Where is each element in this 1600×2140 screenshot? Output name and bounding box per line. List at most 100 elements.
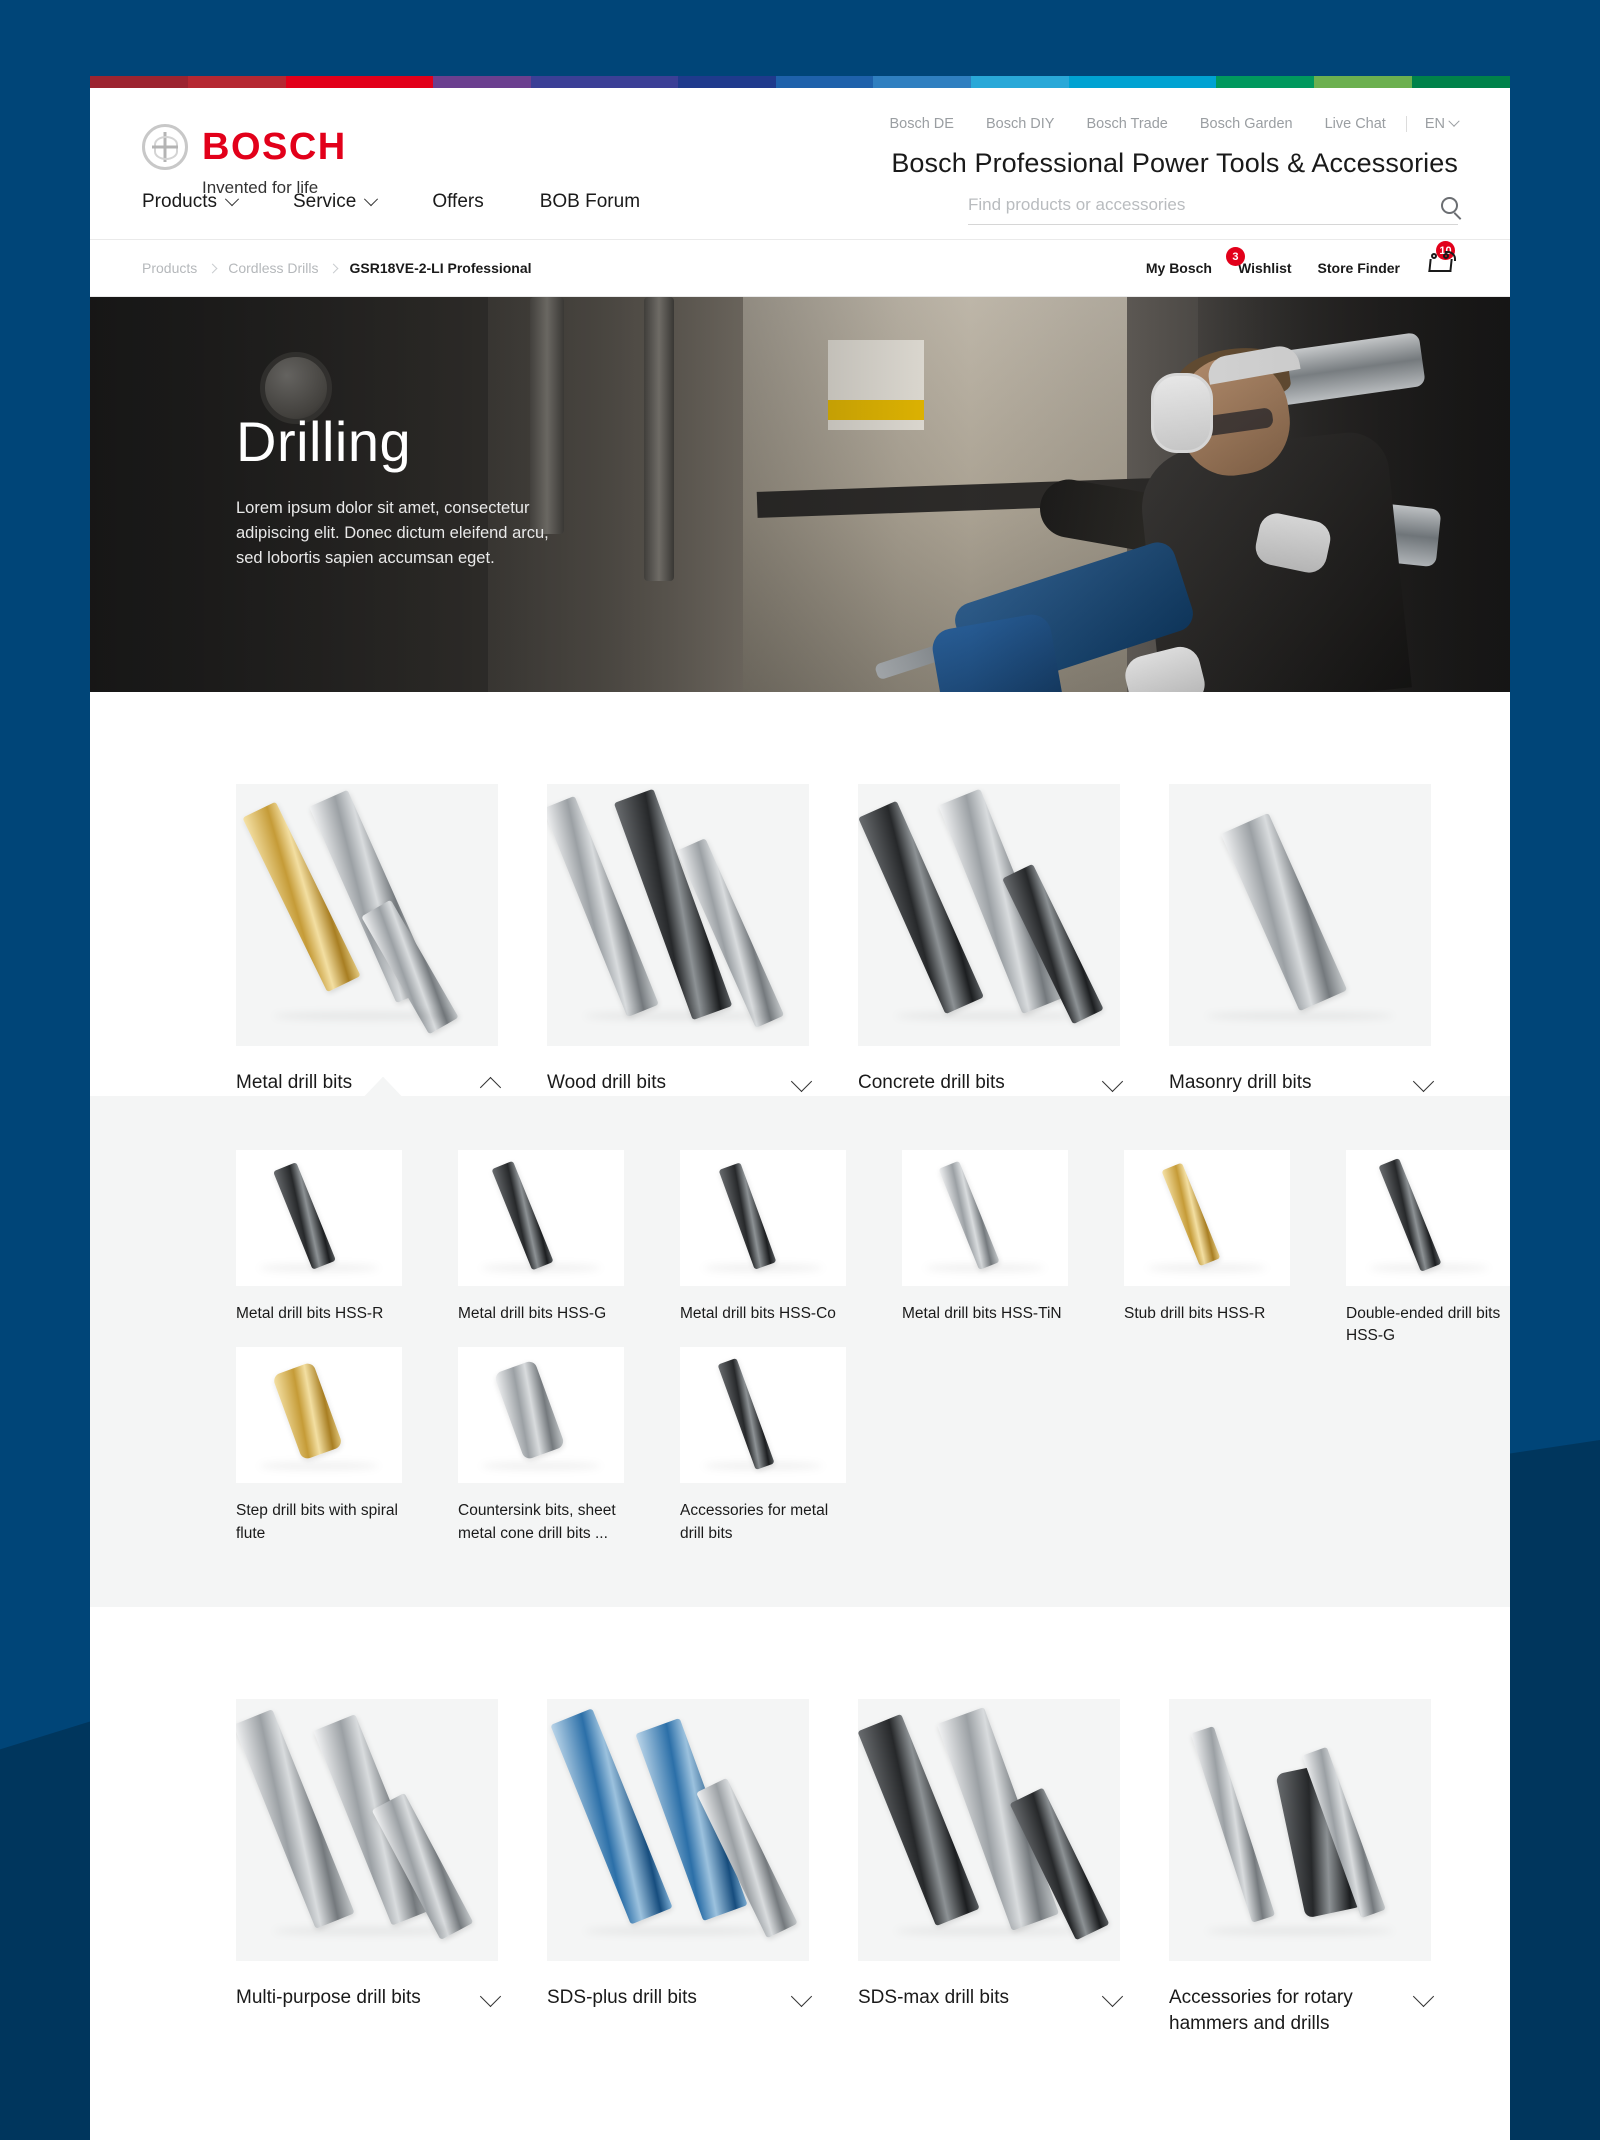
chevron-down-icon[interactable] bbox=[1101, 1985, 1124, 2007]
hero-banner: Drilling Lorem ipsum dolor sit amet, con… bbox=[90, 297, 1510, 692]
category-label: SDS-plus drill bits bbox=[547, 1986, 697, 2008]
utility-link-bosch-diy[interactable]: Bosch DIY bbox=[970, 116, 1071, 132]
category-section-top: Metal drill bits Wood drill bits Concrete … bbox=[90, 692, 1510, 1099]
subcategory-tile[interactable]: Accessories for metal drill bits bbox=[680, 1347, 846, 1545]
supergraphic-stripe bbox=[90, 76, 188, 88]
subcategory-tile[interactable]: Metal drill bits HSS-Co bbox=[680, 1149, 846, 1348]
utility-link-bosch-de[interactable]: Bosch DE bbox=[873, 116, 969, 132]
subcategory-label: Metal drill bits HSS-Co bbox=[680, 1304, 836, 1322]
category-tile[interactable]: Metal drill bits bbox=[236, 784, 502, 1099]
category-tile[interactable]: Wood drill bits bbox=[547, 784, 813, 1096]
category-label-row[interactable]: Metal drill bits bbox=[236, 1070, 502, 1099]
category-image[interactable] bbox=[858, 784, 1120, 1046]
subcategory-image[interactable] bbox=[458, 1149, 624, 1286]
nav-item-offers[interactable]: Offers bbox=[432, 191, 483, 213]
site-header: BOSCH Invented for life Bosch DE Bosch D… bbox=[90, 88, 1510, 239]
subcategory-label: Accessories for metal drill bits bbox=[680, 1502, 829, 1542]
subcategory-tile[interactable]: Metal drill bits HSS-G bbox=[458, 1149, 624, 1348]
category-label-row[interactable]: SDS-max drill bits bbox=[858, 1985, 1124, 2011]
category-label: Accessories for rotary hammers and drill… bbox=[1169, 1986, 1353, 2034]
chevron-down-icon[interactable] bbox=[1412, 1985, 1435, 2007]
supergraphic-stripe bbox=[1314, 76, 1413, 88]
category-image[interactable] bbox=[547, 784, 809, 1046]
category-image[interactable] bbox=[236, 1698, 498, 1961]
subcategory-tile[interactable]: Metal drill bits HSS-R bbox=[236, 1149, 402, 1348]
subcategory-label: Metal drill bits HSS-TiN bbox=[902, 1304, 1062, 1322]
nav-label: Service bbox=[292, 191, 357, 212]
chevron-down-icon[interactable] bbox=[1101, 1070, 1124, 1093]
subcategory-image[interactable] bbox=[1124, 1149, 1290, 1286]
search-input[interactable] bbox=[968, 195, 1441, 215]
chevron-down-icon[interactable] bbox=[1412, 1070, 1435, 1093]
category-label-row[interactable]: Accessories for rotary hammers and drill… bbox=[1169, 1985, 1435, 2036]
category-tile[interactable]: SDS-max drill bits bbox=[858, 1698, 1124, 2036]
breadcrumb-item-products[interactable]: Products bbox=[142, 260, 197, 276]
search-icon[interactable] bbox=[1441, 196, 1458, 214]
category-image[interactable] bbox=[1169, 784, 1431, 1046]
breadcrumb-item-cordless-drills[interactable]: Cordless Drills bbox=[228, 260, 318, 276]
category-tile[interactable]: SDS-plus drill bits bbox=[547, 1698, 813, 2036]
category-label-row[interactable]: SDS-plus drill bits bbox=[547, 1985, 813, 2011]
category-tile[interactable]: Concrete drill bits bbox=[858, 784, 1124, 1096]
category-image[interactable] bbox=[858, 1698, 1120, 1961]
category-image[interactable] bbox=[236, 784, 498, 1046]
chevron-down-icon bbox=[224, 192, 240, 207]
category-label: SDS-max drill bits bbox=[858, 1986, 1009, 2008]
category-label: Metal drill bits bbox=[236, 1072, 353, 1093]
my-bosch-link[interactable]: My Bosch bbox=[1146, 260, 1212, 276]
subcategory-image[interactable] bbox=[680, 1149, 846, 1286]
cart-button[interactable]: 10 bbox=[1426, 241, 1458, 281]
nav-label: Products bbox=[142, 191, 217, 212]
subcategory-tile[interactable]: Double-ended drill bits HSS-G bbox=[1346, 1149, 1510, 1348]
nav-item-bob-forum[interactable]: BOB Forum bbox=[540, 191, 640, 213]
subcategory-image[interactable] bbox=[236, 1347, 402, 1484]
subcategory-image[interactable] bbox=[680, 1347, 846, 1484]
chevron-down-icon[interactable] bbox=[479, 1985, 502, 2007]
category-label-row[interactable]: Masonry drill bits bbox=[1169, 1070, 1435, 1096]
supergraphic-stripe bbox=[775, 76, 874, 88]
chevron-right-icon bbox=[207, 263, 218, 273]
hero-subtitle: Lorem ipsum dolor sit amet, consectetur … bbox=[236, 499, 549, 568]
category-label: Multi-purpose drill bits bbox=[236, 1986, 421, 2008]
nav-item-products[interactable]: Products bbox=[142, 191, 240, 213]
category-tile[interactable]: Accessories for rotary hammers and drill… bbox=[1169, 1698, 1435, 2036]
subcategory-image[interactable] bbox=[458, 1347, 624, 1484]
footer-spacer bbox=[90, 2036, 1510, 2097]
category-image[interactable] bbox=[547, 1698, 809, 1961]
category-image[interactable] bbox=[1169, 1698, 1431, 1961]
search-bar[interactable] bbox=[968, 195, 1458, 225]
utility-link-bosch-garden[interactable]: Bosch Garden bbox=[1184, 116, 1309, 132]
category-tile[interactable]: Multi-purpose drill bits bbox=[236, 1698, 502, 2036]
subcategory-label: Stub drill bits HSS-R bbox=[1124, 1304, 1266, 1322]
subcategory-tile[interactable]: Stub drill bits HSS-R bbox=[1124, 1149, 1290, 1348]
chevron-down-icon[interactable] bbox=[790, 1985, 813, 2007]
store-finder-link[interactable]: Store Finder bbox=[1318, 260, 1400, 276]
utility-nav: Bosch DE Bosch DIY Bosch Trade Bosch Gar… bbox=[873, 115, 1460, 132]
hero-title: Drilling bbox=[236, 410, 412, 473]
subcategory-image[interactable] bbox=[902, 1149, 1068, 1286]
subcategory-tile[interactable]: Step drill bits with spiral flute bbox=[236, 1347, 402, 1545]
utility-divider bbox=[1405, 116, 1407, 132]
subcategory-label: Metal drill bits HSS-R bbox=[236, 1304, 384, 1322]
supergraphic-stripe bbox=[285, 76, 433, 88]
nav-item-service[interactable]: Service bbox=[292, 191, 379, 213]
category-tile[interactable]: Masonry drill bits bbox=[1169, 784, 1435, 1096]
chevron-down-icon[interactable] bbox=[790, 1070, 813, 1093]
bosch-logo[interactable]: BOSCH Invented for life bbox=[142, 116, 442, 198]
wishlist-link[interactable]: 3 Wishlist bbox=[1225, 247, 1292, 276]
subcategory-grid: Metal drill bits HSS-R Metal drill bits H… bbox=[90, 1096, 1510, 1545]
browser-page-panel: BOSCH Invented for life Bosch DE Bosch D… bbox=[90, 76, 1510, 2140]
utility-link-live-chat[interactable]: Live Chat bbox=[1309, 116, 1402, 132]
subcategory-image[interactable] bbox=[1346, 1149, 1510, 1286]
category-label-row[interactable]: Wood drill bits bbox=[547, 1070, 813, 1096]
chevron-down-icon bbox=[364, 192, 379, 207]
chevron-right-icon bbox=[329, 263, 339, 273]
category-label-row[interactable]: Multi-purpose drill bits bbox=[236, 1985, 502, 2011]
subcategory-image[interactable] bbox=[236, 1149, 402, 1286]
subcategory-tile[interactable]: Countersink bits, sheet metal cone drill… bbox=[458, 1347, 624, 1545]
language-selector[interactable]: EN bbox=[1411, 115, 1460, 132]
subcategory-tile[interactable]: Metal drill bits HSS-TiN bbox=[902, 1149, 1068, 1348]
category-label-row[interactable]: Concrete drill bits bbox=[858, 1070, 1124, 1096]
bosch-anchor-logo-icon bbox=[142, 124, 188, 170]
utility-link-bosch-trade[interactable]: Bosch Trade bbox=[1070, 116, 1183, 132]
